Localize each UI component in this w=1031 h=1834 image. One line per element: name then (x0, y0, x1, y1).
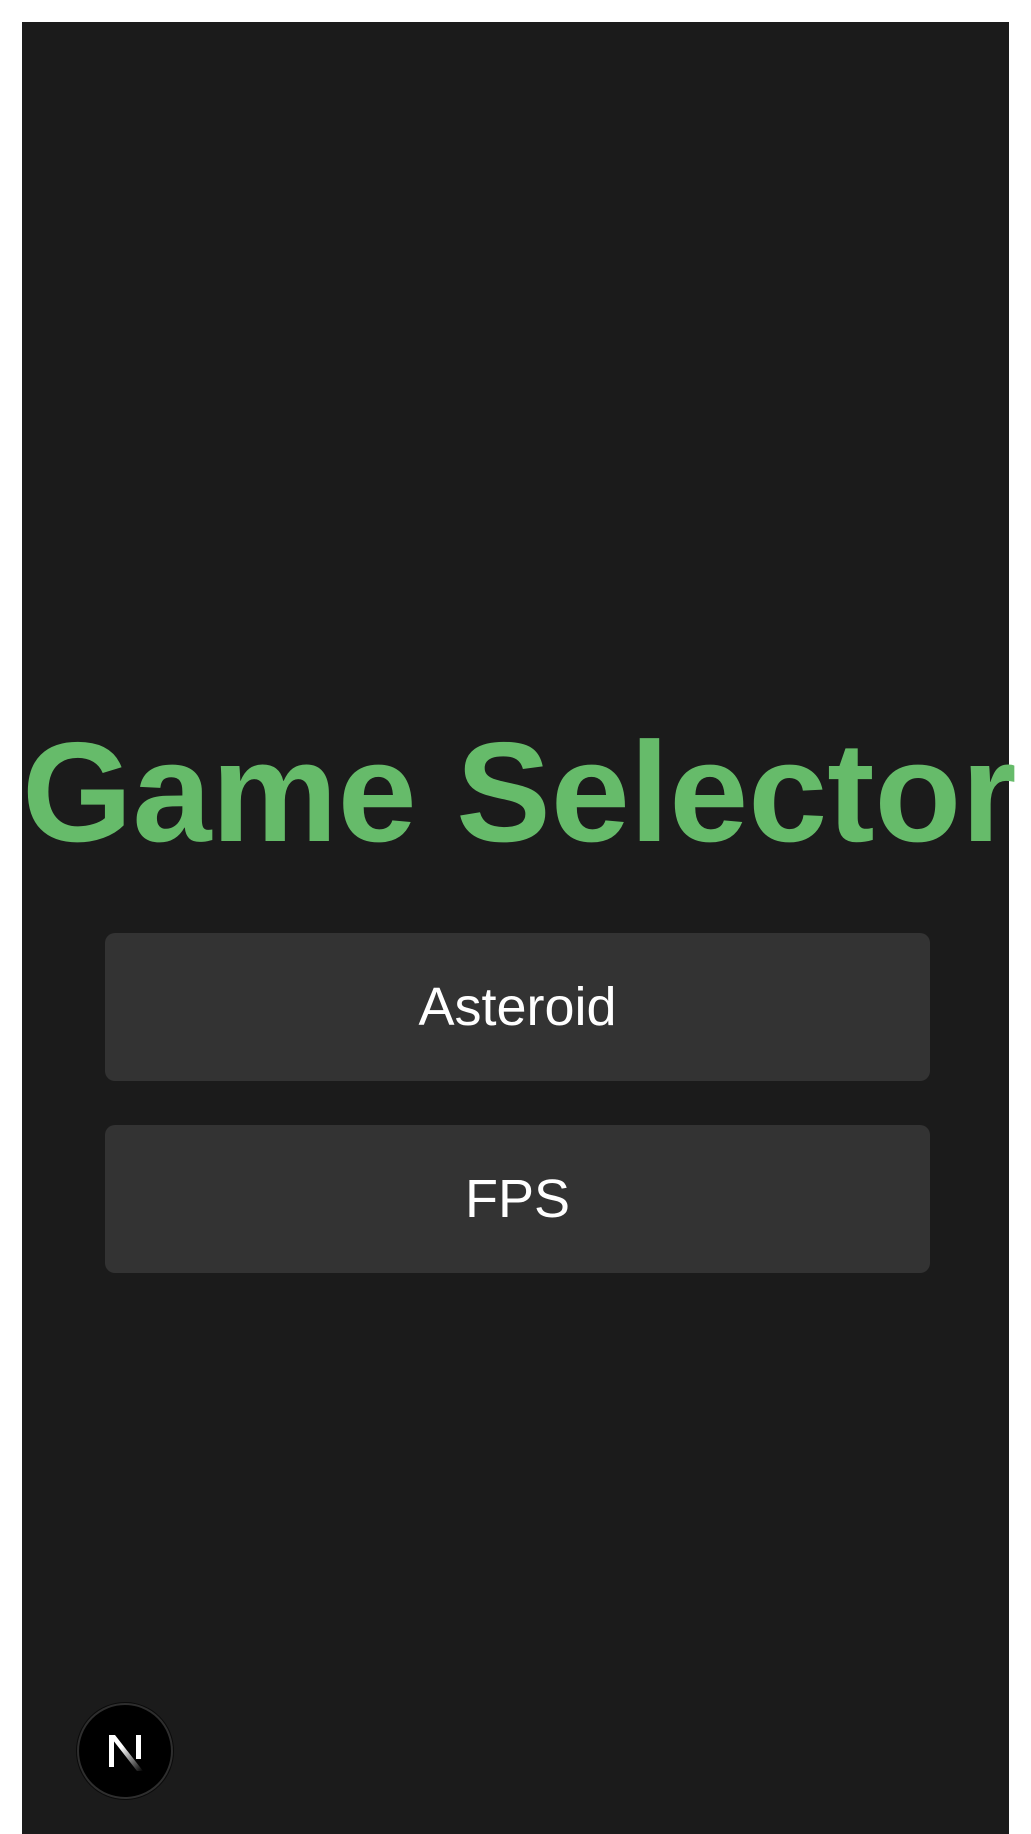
fps-game-button[interactable]: FPS (105, 1125, 930, 1273)
app-container: Game Selector Asteroid FPS (22, 22, 1017, 1834)
nextjs-logo-icon (109, 1735, 143, 1771)
asteroid-game-button[interactable]: Asteroid (105, 933, 930, 1081)
page-title: Game Selector (22, 713, 1017, 872)
nextjs-dev-tools-button[interactable] (77, 1703, 173, 1799)
